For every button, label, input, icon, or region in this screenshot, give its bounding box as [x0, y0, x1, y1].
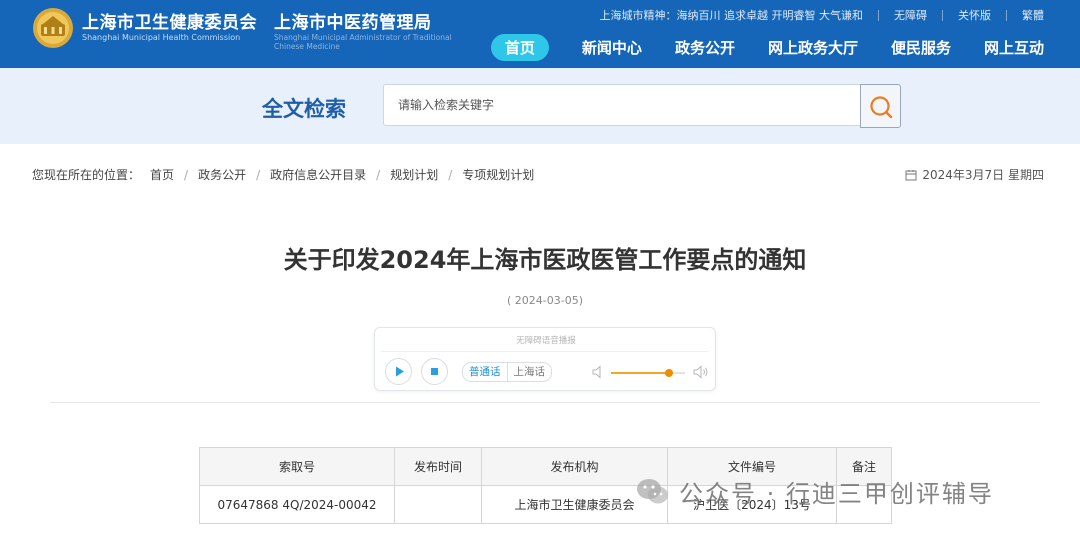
breadcrumb-item-home[interactable]: 首页: [150, 166, 174, 183]
volume-low-icon[interactable]: [592, 365, 604, 379]
article-title: 关于印发2024年上海市医政医管工作要点的通知: [283, 246, 807, 274]
divider: [942, 9, 943, 21]
dialect-switch: 普通话 上海话: [462, 362, 552, 382]
calendar-icon: [905, 169, 917, 180]
search-band: 全文检索 请输入检索关键字: [0, 68, 1080, 144]
emblem-logo-icon[interactable]: [32, 7, 74, 49]
nav-online-interaction[interactable]: 网上互动: [984, 37, 1044, 58]
play-button[interactable]: [385, 358, 412, 385]
breadcrumb-item-government-affairs[interactable]: 政务公开: [198, 166, 246, 183]
accessibility-link[interactable]: 无障碍: [894, 7, 927, 23]
search-button[interactable]: [860, 84, 901, 128]
watermark-text: 公众号 · 行迪三甲创评辅导: [679, 480, 994, 508]
nav-online-services-hall[interactable]: 网上政务大厅: [768, 37, 858, 58]
article-publish-date: ( 2024-03-05): [506, 294, 583, 307]
top-utility-bar: 上海城市精神：海纳百川 追求卓越 开明睿智 大气谦和 无障碍 关怀版 繁體: [600, 7, 1045, 23]
audio-player: 无障碍语音播报 普通话 上海话: [374, 327, 716, 391]
nav-public-services[interactable]: 便民服务: [891, 37, 951, 58]
breadcrumb-separator: /: [376, 167, 381, 182]
volume-slider-fill: [611, 372, 669, 374]
breadcrumb-separator: /: [184, 167, 189, 182]
column-header-index-number: 索取号: [199, 447, 395, 486]
current-date-text: 2024年3月7日 星期四: [922, 168, 1044, 182]
divider: [878, 9, 879, 21]
site-header: 上海市卫生健康委员会 Shanghai Municipal Health Com…: [0, 0, 1080, 68]
breadcrumb-separator: /: [256, 167, 261, 182]
breadcrumb-prefix: 您现在所在的位置：: [32, 168, 141, 182]
stop-button[interactable]: [421, 358, 448, 385]
divider: [381, 351, 709, 352]
volume-slider-handle[interactable]: [664, 369, 673, 377]
org-name-tcm-administration-en: Shanghai Municipal Administrator of Trad…: [274, 33, 452, 51]
search-icon: [870, 96, 893, 119]
volume-slider[interactable]: [611, 369, 685, 377]
nav-government-affairs[interactable]: 政务公开: [675, 37, 735, 58]
breadcrumb-item-special-plans[interactable]: 专项规划计划: [462, 166, 534, 183]
main-nav: 首页 新闻中心 政务公开 网上政务大厅 便民服务 网上互动: [490, 34, 1044, 61]
traditional-chinese-link[interactable]: 繁體: [1022, 7, 1044, 23]
elder-care-mode-link[interactable]: 关怀版: [958, 7, 991, 23]
org-name-health-commission-en: Shanghai Municipal Health Commission: [82, 33, 241, 42]
column-header-publish-time: 发布时间: [394, 447, 482, 486]
org-name-health-commission[interactable]: 上海市卫生健康委员会: [82, 8, 257, 33]
city-spirit-slogan: 上海城市精神：海纳百川 追求卓越 开明睿智 大气谦和: [599, 9, 864, 22]
volume-high-icon[interactable]: [693, 365, 709, 379]
nav-news-center[interactable]: 新闻中心: [582, 37, 642, 58]
breadcrumb-item-info-catalog[interactable]: 政府信息公开目录: [270, 166, 366, 183]
search-input[interactable]: 请输入检索关键字: [383, 84, 861, 126]
stop-icon: [431, 368, 438, 375]
divider: [50, 402, 1040, 403]
nav-home[interactable]: 首页: [490, 34, 549, 61]
search-heading: 全文检索: [262, 97, 346, 121]
breadcrumb-separator: /: [448, 167, 453, 182]
current-date: 2024年3月7日 星期四: [905, 166, 1044, 183]
watermark: 公众号 · 行迪三甲创评辅导: [635, 474, 994, 509]
org-name-tcm-administration[interactable]: 上海市中医药管理局: [274, 8, 432, 33]
divider: [1006, 9, 1007, 21]
breadcrumb-item-plans[interactable]: 规划计划: [390, 166, 438, 183]
breadcrumb: 您现在所在的位置： 首页 / 政务公开 / 政府信息公开目录 / 规划计划 / …: [32, 166, 534, 183]
cell-publish-time: [394, 485, 482, 524]
wechat-icon: [637, 478, 668, 503]
audio-player-label: 无障碍语音播报: [516, 336, 576, 346]
play-icon: [396, 366, 404, 377]
dialect-mandarin[interactable]: 普通话: [463, 363, 507, 381]
dialect-shanghainese[interactable]: 上海话: [506, 363, 552, 381]
cell-index-number: 07647868 4Q/2024-00042: [199, 485, 395, 524]
